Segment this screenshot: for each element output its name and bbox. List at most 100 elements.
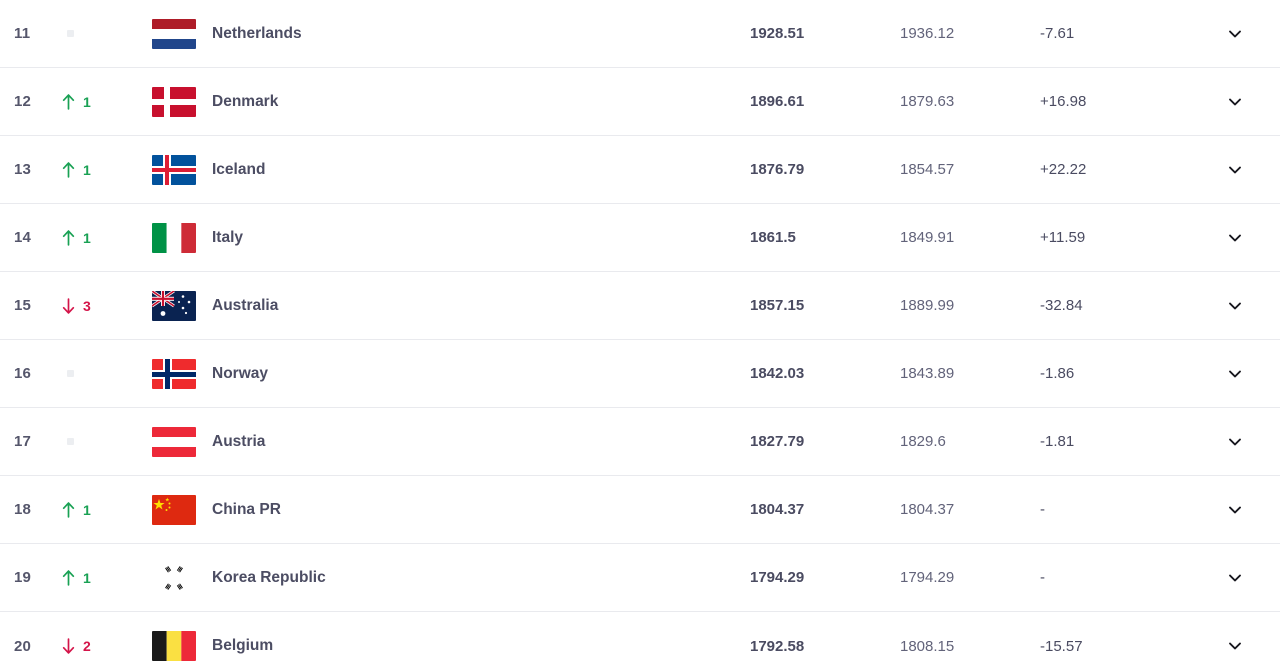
chevron-down-icon[interactable]	[1226, 569, 1244, 587]
iceland-flag	[152, 154, 196, 185]
team-points: 1928.51	[750, 25, 805, 42]
expand-row-button[interactable]	[1190, 433, 1280, 451]
team-cell[interactable]: Netherlands	[148, 18, 750, 49]
team-previous-points: 1889.99	[900, 297, 955, 314]
team-cell[interactable]: China PR	[148, 494, 750, 525]
rank-position: 17	[14, 433, 32, 450]
team-points: 1861.5	[750, 229, 796, 246]
rank-movement-count: 2	[83, 638, 91, 654]
no-change-dash-icon	[67, 30, 74, 37]
team-cell[interactable]: Iceland	[148, 154, 750, 185]
team-points-change: -15.57	[1040, 637, 1083, 655]
chevron-down-icon[interactable]	[1226, 25, 1244, 43]
rank-movement-count: 1	[83, 93, 91, 110]
team-name: Norway	[212, 364, 268, 382]
arrow-up-icon	[62, 93, 75, 110]
team-previous-points: 1849.91	[900, 229, 955, 246]
rank-movement-down: 2	[56, 638, 148, 654]
team-name: Korea Republic	[212, 568, 326, 586]
table-row[interactable]: 17 Austria 1827.79 1829.6 -1.81	[0, 408, 1280, 476]
team-cell[interactable]: Italy	[148, 222, 750, 253]
team-points: 1792.58	[750, 637, 805, 655]
chevron-down-icon[interactable]	[1226, 229, 1244, 247]
team-points-change: -1.81	[1040, 433, 1075, 450]
team-cell[interactable]: Norway	[148, 358, 750, 389]
table-row[interactable]: 14 1 Italy 1861.5 1849.91 +11.59	[0, 204, 1280, 272]
fifa-world-ranking-table: 11 Netherlands 1928.51 1936.12 -7.61 12 …	[0, 0, 1280, 668]
team-points: 1804.37	[750, 501, 805, 518]
team-points: 1794.29	[750, 569, 805, 586]
belgium-flag	[152, 631, 196, 661]
rank-movement-none	[56, 370, 148, 377]
rank-movement-count: 1	[83, 501, 91, 518]
table-row[interactable]: 18 1 China PR 1804.37 1804.37 -	[0, 476, 1280, 544]
rank-position: 12	[14, 93, 32, 110]
austria-flag	[152, 426, 196, 457]
netherlands-flag	[152, 18, 196, 49]
team-previous-points: 1936.12	[900, 25, 955, 42]
expand-row-button[interactable]	[1190, 161, 1280, 179]
expand-row-button[interactable]	[1190, 637, 1280, 655]
rank-position: 15	[14, 297, 32, 314]
expand-row-button[interactable]	[1190, 569, 1280, 587]
chevron-down-icon[interactable]	[1226, 161, 1244, 179]
table-row[interactable]: 12 1 Denmark 1896.61 1879.63 +16.98	[0, 68, 1280, 136]
arrow-up-icon	[62, 501, 75, 518]
table-row[interactable]: 16 Norway 1842.03 1843.89 -1.86	[0, 340, 1280, 408]
team-points-change: -32.84	[1040, 297, 1083, 314]
arrow-down-icon	[62, 638, 75, 654]
no-change-dash-icon	[67, 438, 74, 445]
team-cell[interactable]: Austria	[148, 426, 750, 457]
rank-position: 16	[14, 365, 32, 382]
table-row[interactable]: 15 3 Australia 1857.15 1889.99 -32.84	[0, 272, 1280, 340]
rank-position: 11	[14, 25, 31, 42]
rank-movement-count: 1	[83, 229, 91, 246]
team-points: 1876.79	[750, 161, 805, 178]
team-points-change: +22.22	[1040, 161, 1087, 178]
team-points-change: -7.61	[1040, 25, 1075, 42]
chevron-down-icon[interactable]	[1226, 433, 1244, 451]
team-points: 1896.61	[750, 93, 805, 110]
team-cell[interactable]: Denmark	[148, 86, 750, 117]
expand-row-button[interactable]	[1190, 365, 1280, 383]
australia-flag	[152, 290, 196, 321]
table-row[interactable]: 13 1 Iceland 1876.79 1854.57 +22.22	[0, 136, 1280, 204]
rank-position: 13	[14, 161, 32, 178]
arrow-down-icon	[62, 297, 75, 314]
team-points-change: -1.86	[1040, 365, 1075, 382]
rank-movement-up: 1	[56, 93, 148, 110]
expand-row-button[interactable]	[1190, 93, 1280, 111]
denmark-flag	[152, 86, 196, 117]
expand-row-button[interactable]	[1190, 229, 1280, 247]
rank-movement-none	[56, 30, 148, 37]
norway-flag	[152, 358, 196, 389]
team-previous-points: 1794.29	[900, 569, 955, 586]
team-cell[interactable]: Korea Republic	[148, 562, 750, 593]
expand-row-button[interactable]	[1190, 297, 1280, 315]
team-cell[interactable]: Belgium	[148, 631, 750, 661]
italy-flag	[152, 222, 196, 253]
team-name: Iceland	[212, 160, 266, 178]
chevron-down-icon[interactable]	[1226, 93, 1244, 111]
expand-row-button[interactable]	[1190, 25, 1280, 43]
table-row[interactable]: 19 1 Korea Republic 1794.29 1794.29 -	[0, 544, 1280, 612]
team-cell[interactable]: Australia	[148, 290, 750, 321]
table-row[interactable]: 20 2 Belgium 1792.58 1808.15 -15.57	[0, 612, 1280, 668]
korea-republic-flag	[152, 562, 196, 593]
chevron-down-icon[interactable]	[1226, 365, 1244, 383]
team-points-change: +11.59	[1040, 229, 1086, 246]
rank-movement-up: 1	[56, 569, 148, 586]
team-points: 1827.79	[750, 433, 805, 450]
rank-movement-count: 3	[83, 297, 91, 314]
rank-movement-up: 1	[56, 501, 148, 518]
no-change-dash-icon	[67, 370, 74, 377]
chevron-down-icon[interactable]	[1226, 501, 1244, 519]
table-row[interactable]: 11 Netherlands 1928.51 1936.12 -7.61	[0, 0, 1280, 68]
team-name: Australia	[212, 296, 279, 314]
chevron-down-icon[interactable]	[1226, 637, 1244, 655]
chevron-down-icon[interactable]	[1226, 297, 1244, 315]
team-points-change: -	[1040, 569, 1045, 586]
team-name: Belgium	[212, 637, 274, 654]
expand-row-button[interactable]	[1190, 501, 1280, 519]
arrow-up-icon	[62, 161, 75, 178]
